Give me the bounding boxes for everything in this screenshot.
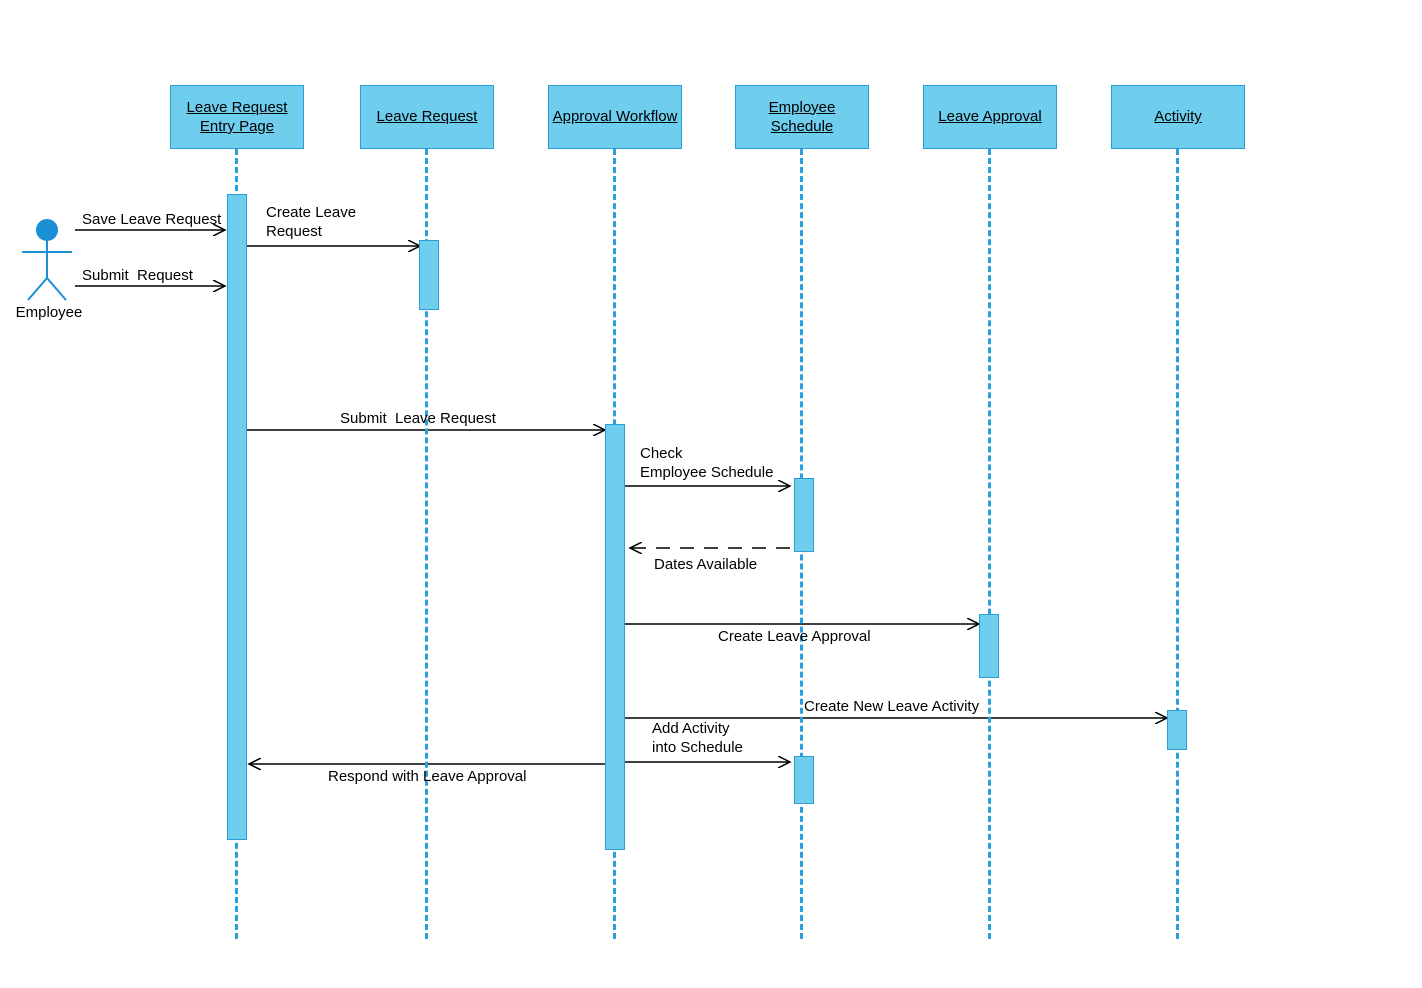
actor-label: Employee bbox=[14, 304, 84, 321]
msg-create-leave-request: Create Leave Request bbox=[266, 204, 356, 242]
msg-create-new-leave-activity: Create New Leave Activity bbox=[804, 698, 979, 717]
participant-leave-request: Leave Request bbox=[360, 85, 494, 149]
activation-p3 bbox=[605, 424, 625, 850]
activation-p6 bbox=[1167, 710, 1187, 750]
participant-label: Employee Schedule bbox=[736, 98, 868, 137]
msg-save-leave-request: Save Leave Request bbox=[82, 211, 221, 230]
participant-label: Activity bbox=[1154, 107, 1202, 127]
lifeline-p6 bbox=[1176, 149, 1179, 939]
participant-leave-approval: Leave Approval bbox=[923, 85, 1057, 149]
activation-p1 bbox=[227, 194, 247, 840]
activation-p4-a bbox=[794, 478, 814, 552]
msg-check-employee-schedule: Check Employee Schedule bbox=[640, 445, 773, 483]
lifeline-p5 bbox=[988, 149, 991, 939]
msg-add-activity-into-schedule: Add Activity into Schedule bbox=[652, 720, 743, 758]
activation-p2 bbox=[419, 240, 439, 310]
participant-activity: Activity bbox=[1111, 85, 1245, 149]
participant-label: Approval Workflow bbox=[553, 107, 678, 127]
activation-p5 bbox=[979, 614, 999, 678]
msg-dates-available: Dates Available bbox=[654, 556, 757, 575]
msg-create-leave-approval: Create Leave Approval bbox=[718, 628, 871, 647]
participant-employee-schedule: Employee Schedule bbox=[735, 85, 869, 149]
msg-submit-request: Submit Request bbox=[82, 267, 193, 286]
participant-approval-workflow: Approval Workflow bbox=[548, 85, 682, 149]
activation-p4-b bbox=[794, 756, 814, 804]
participant-leave-request-entry-page: Leave Request Entry Page bbox=[170, 85, 304, 149]
actor-stick-figure bbox=[22, 220, 72, 300]
msg-submit-leave-request: Submit Leave Request bbox=[340, 410, 496, 429]
sequence-diagram-canvas: Employee Leave Request Entry Page Leave … bbox=[0, 0, 1422, 988]
participant-label: Leave Approval bbox=[938, 107, 1041, 127]
participant-label: Leave Request Entry Page bbox=[171, 98, 303, 137]
msg-respond-with-leave-approval: Respond with Leave Approval bbox=[328, 768, 526, 787]
participant-label: Leave Request bbox=[377, 107, 478, 127]
